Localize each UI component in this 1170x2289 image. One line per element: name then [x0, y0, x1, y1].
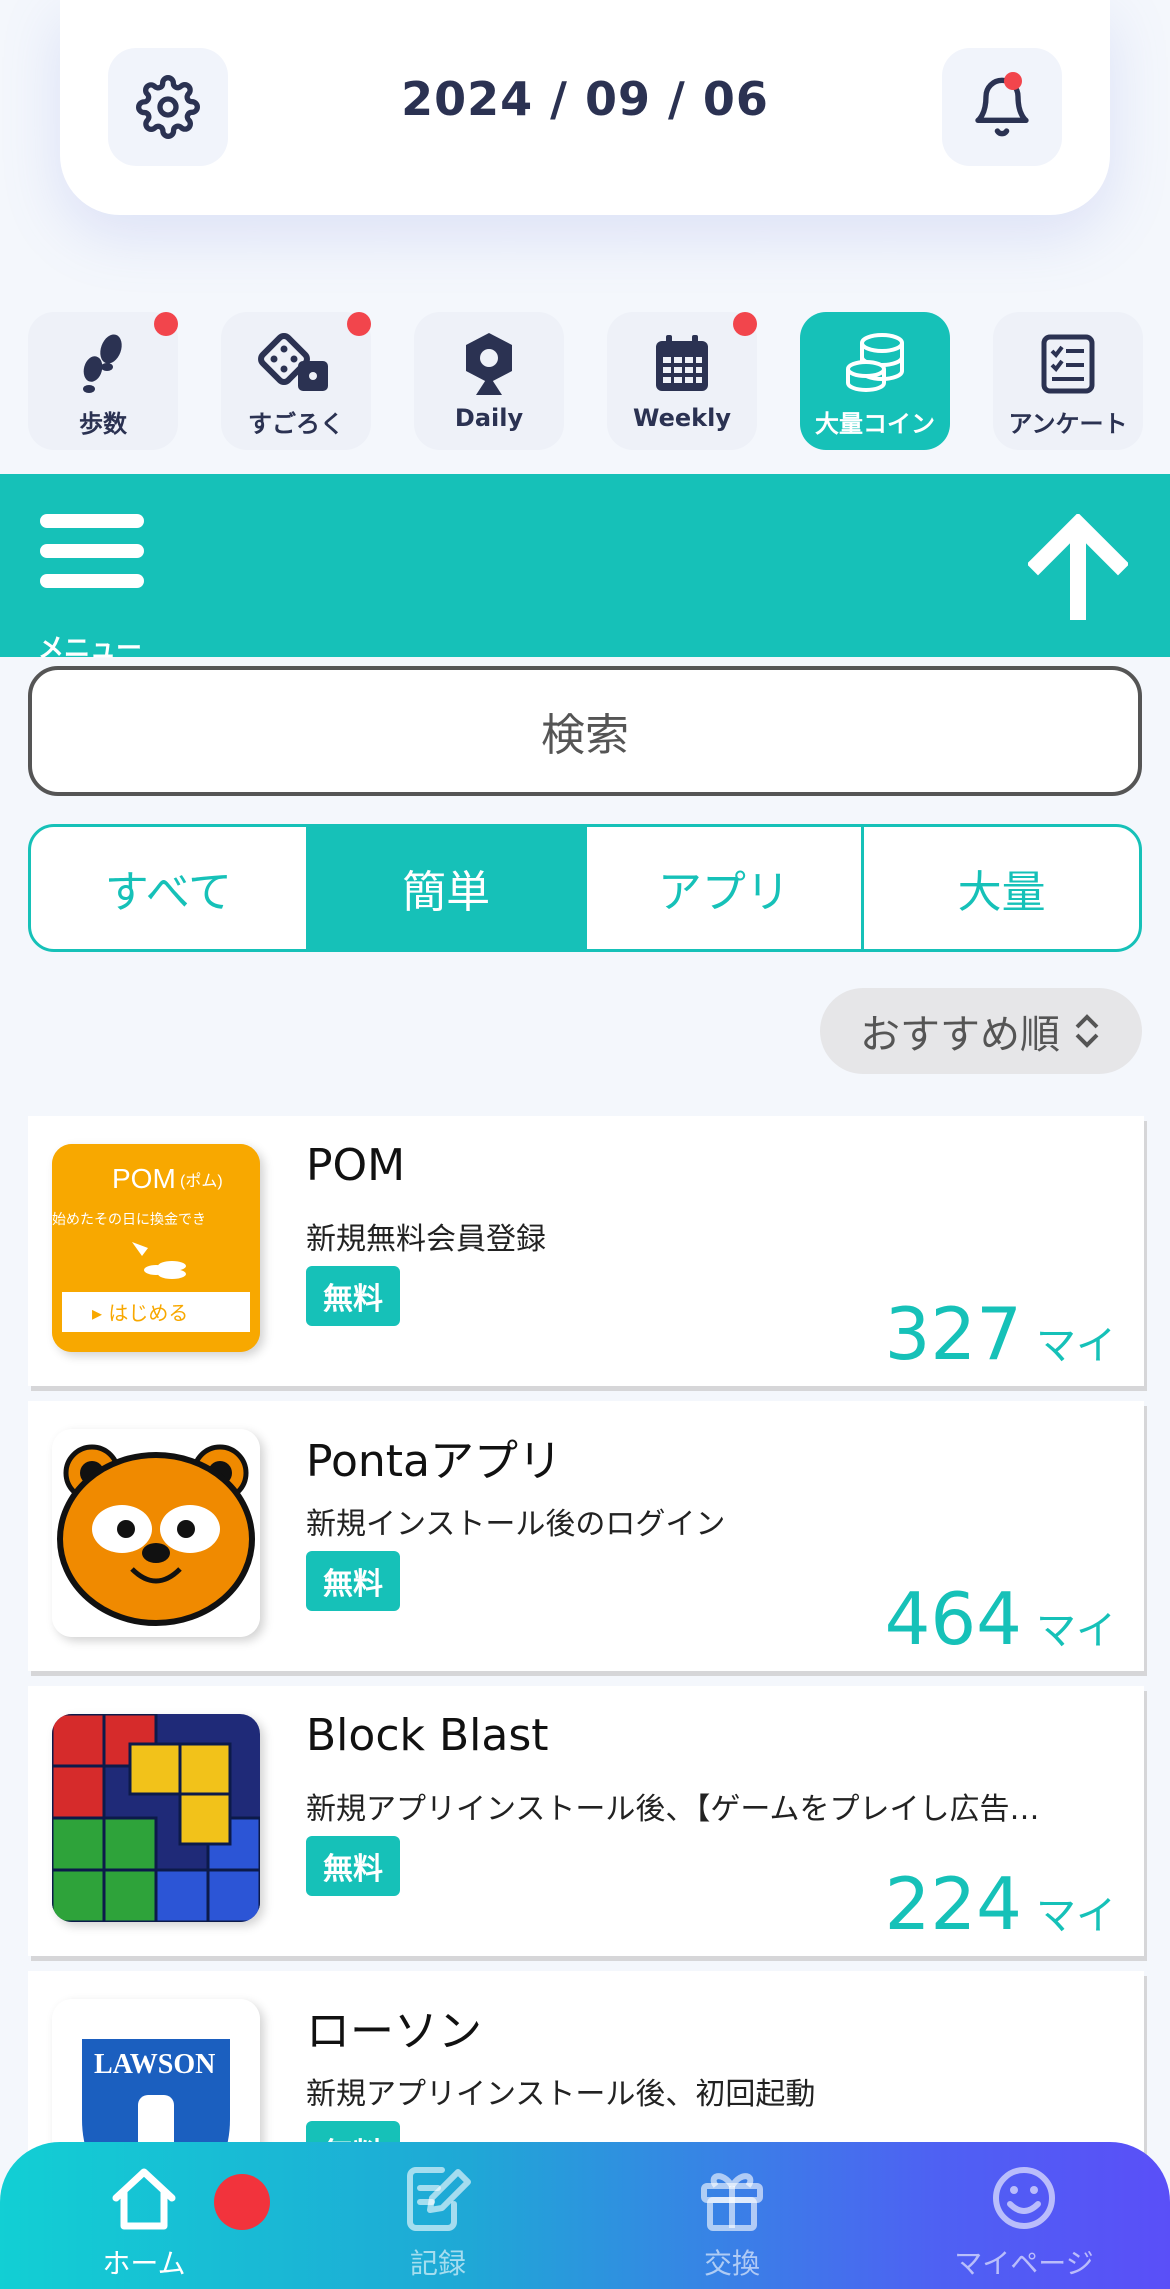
category-label: Weekly: [632, 404, 731, 432]
category-bulk-coins[interactable]: 大量コイン: [800, 312, 950, 450]
bottom-nav: ホーム 記録 交換 マイページ: [0, 2142, 1170, 2289]
filter-tabs: すべて 簡単 アプリ 大量: [28, 824, 1142, 952]
free-badge: 無料: [306, 1266, 400, 1326]
category-label: アンケート: [1008, 410, 1128, 438]
block-blast-logo: [52, 1714, 260, 1922]
app-thumbnail: [52, 1429, 260, 1637]
nav-exchange[interactable]: 交換: [632, 2164, 832, 2282]
offer-points: 327 マイ: [885, 1292, 1116, 1376]
menu-button[interactable]: メニュー: [38, 514, 148, 664]
date-header: 2024 / 09 / 06: [60, 0, 1110, 215]
category-label: すごろく: [248, 410, 344, 438]
sort-select[interactable]: おすすめ順: [820, 988, 1142, 1074]
category-steps[interactable]: 歩数: [28, 312, 178, 450]
bell-icon: [975, 77, 1029, 137]
category-label: Daily: [454, 404, 524, 432]
offer-card-pom[interactable]: POM (ポム) 始めたその日に換金でき ▸ はじめる POM 新規無料会員登録…: [28, 1116, 1144, 1386]
offer-desc: 新規無料会員登録: [306, 1222, 546, 1257]
app-thumbnail: [52, 1714, 260, 1922]
new-badge: [733, 312, 757, 336]
offer-card-block-blast[interactable]: Block Blast 新規アプリインストール後、【ゲームをプレイし広告… 無料…: [28, 1686, 1144, 1956]
category-row: 歩数 すごろく Daily Weekly 大量コイン アンケート: [28, 312, 1148, 450]
offer-points: 464 マイ: [885, 1577, 1116, 1661]
record-icon: [407, 2167, 471, 2231]
footprints-icon: [83, 334, 122, 393]
toolbar: メニュー: [0, 474, 1170, 664]
offer-title: Block Blast: [306, 1710, 549, 1761]
free-badge: 無料: [306, 1551, 400, 1611]
search-input[interactable]: 検索: [28, 666, 1142, 796]
free-badge: 無料: [306, 1836, 400, 1896]
app-thumbnail: POM (ポム) 始めたその日に換金でき ▸ はじめる: [52, 1144, 260, 1352]
ponta-logo: [52, 1429, 260, 1637]
notification-badge: [214, 2174, 270, 2230]
scroll-top-arrow-icon[interactable]: [1028, 514, 1128, 624]
nav-label: ホーム: [102, 2247, 186, 2280]
checklist-icon: [1041, 334, 1095, 394]
chevron-updown-icon: [1075, 1014, 1099, 1048]
offer-card-ponta[interactable]: Pontaアプリ 新規インストール後のログイン 無料 464 マイ: [28, 1401, 1144, 1671]
calendar-icon: [656, 335, 708, 391]
points-value: 224: [884, 1862, 1022, 1946]
svg-text:▸ はじめる: ▸ はじめる: [92, 1301, 188, 1325]
svg-text:(ポム): (ポム): [180, 1172, 223, 1190]
home-icon: [112, 2168, 176, 2230]
offer-points: 224 マイ: [885, 1862, 1116, 1946]
smiley-icon: [993, 2167, 1055, 2229]
notification-badge: [1004, 72, 1022, 90]
nav-label: 交換: [703, 2247, 760, 2280]
svg-text:LAWSON: LAWSON: [94, 2049, 215, 2080]
nav-mypage[interactable]: マイページ: [924, 2164, 1124, 2282]
hamburger-icon: [40, 514, 144, 528]
dice-icon: [258, 333, 328, 391]
tab-bulk[interactable]: 大量: [864, 827, 1139, 949]
sort-label: おすすめ順: [860, 1012, 1060, 1058]
offer-desc: 新規インストール後のログイン: [306, 1507, 726, 1542]
tab-app[interactable]: アプリ: [587, 827, 865, 949]
nav-label: 記録: [409, 2247, 466, 2280]
tab-all[interactable]: すべて: [31, 827, 309, 949]
new-badge: [347, 312, 371, 336]
points-unit: マイ: [1036, 1608, 1116, 1654]
points-unit: マイ: [1036, 1323, 1116, 1369]
notifications-button[interactable]: [942, 48, 1062, 166]
points-unit: マイ: [1036, 1893, 1116, 1939]
coins-icon: [846, 333, 904, 392]
category-weekly[interactable]: Weekly: [607, 312, 757, 450]
nav-record[interactable]: 記録: [338, 2164, 538, 2282]
pom-logo: POM (ポム) 始めたその日に換金でき ▸ はじめる: [52, 1144, 260, 1352]
menu-label: メニュー: [38, 634, 143, 664]
category-survey[interactable]: アンケート: [993, 312, 1143, 450]
offer-title: POM: [306, 1140, 406, 1191]
category-daily[interactable]: Daily: [414, 312, 564, 450]
nav-label: マイページ: [954, 2247, 1094, 2280]
category-sugoroku[interactable]: すごろく: [221, 312, 371, 450]
points-value: 464: [884, 1577, 1022, 1661]
svg-text:POM: POM: [112, 1163, 176, 1194]
offer-desc: 新規アプリインストール後、初回起動: [306, 2077, 816, 2112]
gift-icon: [701, 2173, 763, 2231]
category-label: 大量コイン: [815, 410, 935, 438]
points-value: 327: [884, 1292, 1022, 1376]
roulette-icon: [466, 333, 512, 395]
svg-text:始めたその日に換金でき: 始めたその日に換金でき: [52, 1212, 206, 1228]
offer-desc: 新規アプリインストール後、【ゲームをプレイし広告…: [306, 1792, 1040, 1827]
tab-easy[interactable]: 簡単: [308, 827, 587, 949]
offer-title: Pontaアプリ: [306, 1436, 562, 1487]
offer-title: ローソン: [306, 2006, 482, 2057]
nav-home[interactable]: ホーム: [44, 2164, 270, 2282]
category-label: 歩数: [79, 410, 127, 438]
new-badge: [154, 312, 178, 336]
